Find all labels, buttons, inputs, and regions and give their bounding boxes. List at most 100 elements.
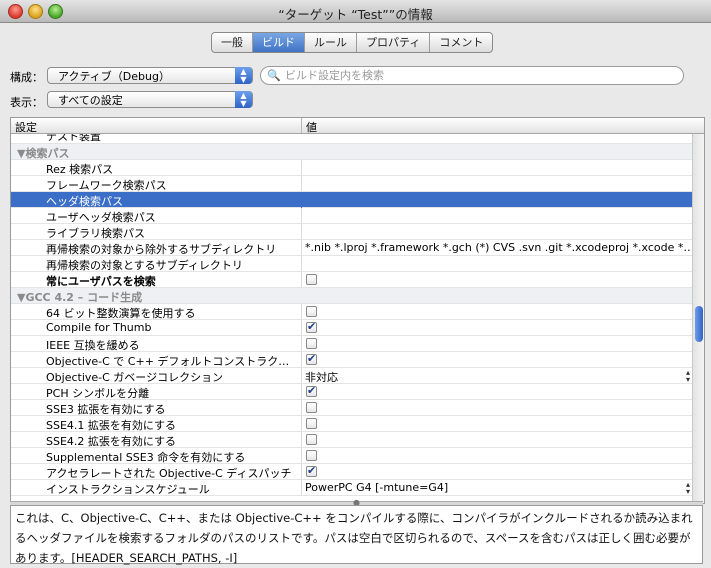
build-settings-table: 設定 値 テスト装置 ▼検索パス Rez 検索パスフレームワーク検索パス ヘッダ検索パ… — [10, 117, 705, 504]
setting-checkbox[interactable] — [306, 338, 317, 349]
column-divider — [301, 448, 302, 464]
setting-name: Compile for Thumb — [46, 321, 152, 334]
setting-name: ユーザヘッダ検索パス — [46, 211, 156, 224]
setting-name: SSE3 拡張を有効にする — [46, 403, 166, 416]
table-row[interactable]: SSE4.2 拡張を有効にする — [11, 432, 692, 448]
window-title: “ターゲット “Test””の情報 — [278, 7, 433, 22]
column-divider — [301, 464, 302, 480]
column-divider — [301, 160, 302, 176]
setting-value[interactable]: 非対応 — [305, 369, 691, 385]
popup-arrows-icon: ▲ ▼ — [235, 67, 252, 84]
group-title: ▼GCC 4.2 – コード生成 — [17, 291, 143, 304]
popup-arrows-icon: ▲ ▼ — [235, 91, 252, 108]
column-divider — [301, 192, 302, 208]
table-row[interactable]: ヘッダ検索パス — [11, 192, 692, 208]
group-header-row[interactable]: ▼検索パス — [11, 144, 692, 160]
setting-name: 再帰検索の対象とするサブディレクトリ — [46, 259, 243, 272]
column-header-setting[interactable]: 設定 — [15, 119, 37, 135]
column-divider — [301, 416, 302, 432]
setting-checkbox[interactable] — [306, 434, 317, 445]
table-header: 設定 値 — [11, 118, 704, 134]
setting-name: Rez 検索パス — [46, 163, 114, 176]
show-value: すべての設定 — [58, 94, 123, 107]
tab-general[interactable]: 一般 — [212, 33, 253, 52]
setting-name: 再帰検索の対象から除外するサブディレクトリ — [46, 243, 277, 256]
popup-arrows-icon[interactable]: ▴ ▾ — [686, 369, 690, 384]
setting-checkbox[interactable] — [306, 306, 317, 317]
table-row[interactable]: アクセラレートされた Objective-C ディスパッチ — [11, 464, 692, 480]
column-divider — [301, 208, 302, 224]
search-input[interactable] — [285, 68, 675, 83]
table-row[interactable]: SSE4.1 拡張を有効にする — [11, 416, 692, 432]
table-row[interactable]: IEEE 互換を緩める — [11, 336, 692, 352]
setting-checkbox[interactable] — [306, 352, 317, 365]
setting-name: アクセラレートされた Objective-C ディスパッチ — [46, 467, 292, 480]
vertical-scrollbar[interactable] — [692, 134, 704, 503]
column-divider — [301, 304, 302, 320]
setting-checkbox[interactable] — [306, 320, 317, 333]
table-row[interactable]: Supplemental SSE3 命令を有効にする — [11, 448, 692, 464]
setting-name: フレームワーク検索パス — [46, 179, 167, 192]
table-rows: テスト装置 ▼検索パス Rez 検索パスフレームワーク検索パス ヘッダ検索パスユーザヘ… — [11, 134, 692, 496]
column-divider — [301, 176, 302, 192]
setting-description: これは、C、Objective-C、C++、または Objective-C++ … — [10, 505, 703, 565]
column-divider — [301, 384, 302, 400]
setting-name: 64 ビット整数演算を使用する — [46, 307, 196, 320]
setting-checkbox[interactable] — [306, 402, 317, 413]
setting-value[interactable]: *.nib *.lproj *.framework *.gch (*) CVS … — [305, 241, 691, 254]
setting-checkbox[interactable] — [306, 274, 317, 285]
setting-name: テスト装置 — [46, 134, 101, 143]
table-row[interactable]: フレームワーク検索パス — [11, 176, 692, 192]
table-row[interactable]: テスト装置 — [11, 134, 692, 144]
setting-name: SSE4.2 拡張を有効にする — [46, 435, 177, 448]
setting-value[interactable]: PowerPC G4 [-mtune=G4] — [305, 481, 691, 494]
column-divider — [301, 272, 302, 288]
column-divider — [301, 400, 302, 416]
configuration-value: アクティブ（Debug） — [58, 70, 170, 83]
setting-name: SSE4.1 拡張を有効にする — [46, 419, 177, 432]
table-row[interactable]: 再帰検索の対象とするサブディレクトリ — [11, 256, 692, 272]
setting-name: インストラクションスケジュール — [46, 483, 210, 496]
table-row[interactable]: 常にユーザパスを検索 — [11, 272, 692, 288]
tab-comments[interactable]: コメント — [430, 33, 492, 52]
setting-checkbox[interactable] — [306, 464, 317, 477]
setting-name: IEEE 互換を緩める — [46, 339, 140, 352]
group-title: ▼検索パス — [17, 147, 70, 160]
setting-name: ヘッダ検索パス — [46, 195, 123, 208]
setting-name: PCH シンボルを分離 — [46, 387, 150, 400]
setting-checkbox[interactable] — [306, 384, 317, 397]
search-field[interactable]: 🔍 — [260, 66, 684, 85]
column-divider — [301, 240, 302, 256]
title-bar: “ターゲット “Test””の情報 — [0, 0, 711, 23]
setting-name: ライブラリ検索パス — [46, 227, 145, 240]
tab-bar: 一般 ビルド ルール プロパティ コメント — [211, 32, 494, 53]
table-row[interactable]: ライブラリ検索パス — [11, 224, 692, 240]
tab-rules[interactable]: ルール — [305, 33, 357, 52]
setting-checkbox[interactable] — [306, 450, 317, 461]
table-row[interactable]: PCH シンボルを分離 — [11, 384, 692, 400]
table-row[interactable]: Objective-C で C++ デフォルトコンストラク… — [11, 352, 692, 368]
column-divider[interactable] — [301, 118, 302, 133]
tab-properties[interactable]: プロパティ — [357, 33, 431, 52]
column-header-value[interactable]: 値 — [306, 119, 317, 135]
setting-name: Objective-C で C++ デフォルトコンストラク… — [46, 355, 290, 368]
table-row[interactable]: 64 ビット整数演算を使用する — [11, 304, 692, 320]
table-row[interactable]: ユーザヘッダ検索パス — [11, 208, 692, 224]
search-icon: 🔍 — [267, 69, 281, 82]
scrollbar-thumb[interactable] — [695, 306, 703, 342]
setting-checkbox[interactable] — [306, 418, 317, 429]
table-row[interactable]: インストラクションスケジュール PowerPC G4 [-mtune=G4] ▴ ▾ — [11, 480, 692, 496]
setting-name: 常にユーザパスを検索 — [46, 275, 156, 288]
group-header-row[interactable]: ▼GCC 4.2 – コード生成 — [11, 288, 692, 304]
column-divider — [301, 368, 302, 384]
table-row[interactable]: Rez 検索パス — [11, 160, 692, 176]
table-row[interactable]: Objective-C ガベージコレクション 非対応 ▴ ▾ — [11, 368, 692, 384]
show-popup[interactable]: すべての設定 ▲ ▼ — [47, 91, 253, 108]
table-row[interactable]: 再帰検索の対象から除外するサブディレクトリ *.nib *.lproj *.fra… — [11, 240, 692, 256]
popup-arrows-icon[interactable]: ▴ ▾ — [686, 481, 690, 496]
show-label: 表示： — [10, 96, 43, 109]
configuration-popup[interactable]: アクティブ（Debug） ▲ ▼ — [47, 67, 253, 84]
tab-build[interactable]: ビルド — [253, 33, 305, 52]
table-row[interactable]: SSE3 拡張を有効にする — [11, 400, 692, 416]
table-row[interactable]: Compile for Thumb — [11, 320, 692, 336]
